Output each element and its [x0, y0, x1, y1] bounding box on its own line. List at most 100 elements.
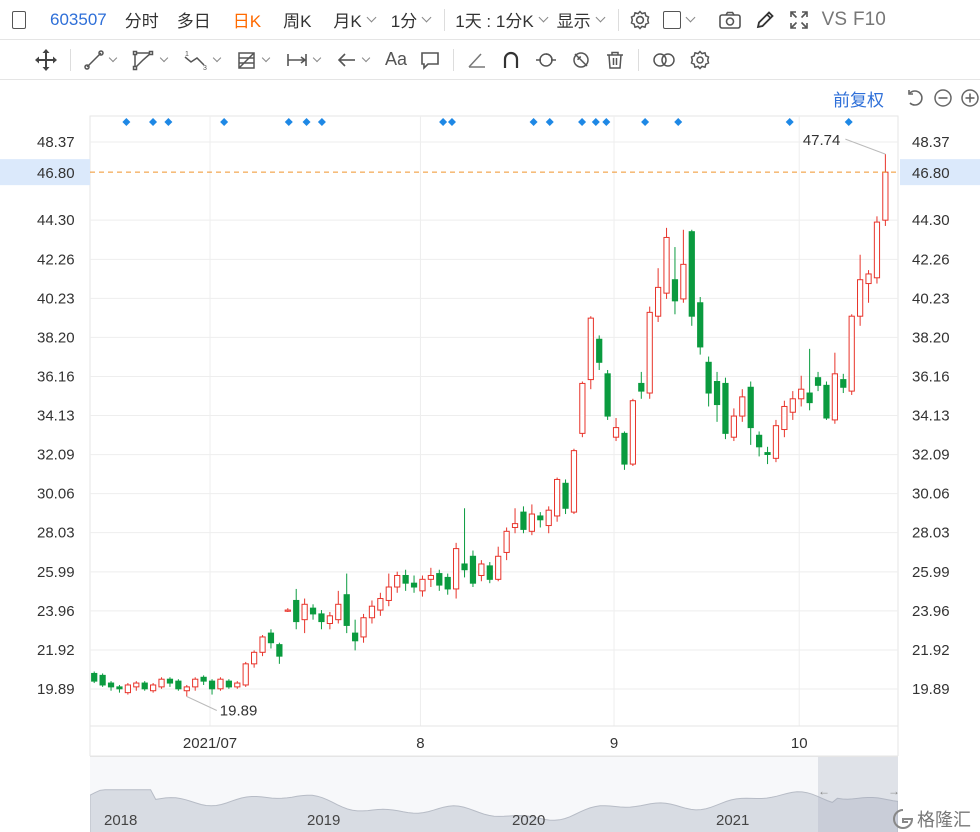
- tab-monthly-k[interactable]: 月K: [327, 0, 384, 40]
- sidebar-toggle-icon[interactable]: [12, 10, 26, 29]
- chevron-down-icon: [538, 12, 549, 23]
- lock-icon[interactable]: [528, 40, 564, 80]
- candle-body: [116, 686, 123, 690]
- candle-body: [713, 381, 721, 406]
- y-tick-label: 40.23: [37, 290, 75, 307]
- candle-body: [570, 450, 578, 513]
- candle: [175, 679, 182, 691]
- y-tick-label: 38.20: [912, 329, 950, 346]
- candle-body: [646, 311, 653, 394]
- wave-tool[interactable]: 13: [177, 40, 230, 80]
- magnet-icon[interactable]: [494, 40, 528, 80]
- overlay-select[interactable]: [657, 0, 704, 40]
- candle-body: [764, 452, 771, 455]
- candle-body: [621, 432, 628, 465]
- tab-intraday[interactable]: 分时: [119, 0, 165, 40]
- candle-body: [335, 603, 342, 621]
- minute-label: 1分: [390, 12, 418, 31]
- candle-body: [697, 302, 704, 348]
- text-tool[interactable]: Aa: [379, 40, 413, 80]
- candle-body: [612, 427, 620, 438]
- compare-icon[interactable]: [645, 40, 683, 80]
- candlestick-chart[interactable]: 48.37 44.30 42.26 40.23 38.20 36.16 34.13 32.09…: [0, 80, 980, 756]
- svg-text:3: 3: [203, 65, 207, 71]
- chevron-down-icon: [312, 53, 322, 62]
- candle-body: [587, 317, 594, 381]
- candle-body: [107, 682, 115, 688]
- candle-body: [158, 678, 165, 688]
- price-tag-left-text: 46.80: [37, 165, 75, 182]
- fib-tool[interactable]: [230, 40, 279, 80]
- candle-body: [436, 573, 443, 586]
- camera-icon[interactable]: [712, 0, 748, 40]
- display-select[interactable]: 显示: [557, 0, 614, 40]
- move-icon[interactable]: [28, 40, 64, 80]
- divider: [638, 48, 640, 71]
- candle-body: [772, 425, 780, 459]
- candle-body: [537, 515, 544, 521]
- measure-tool[interactable]: [279, 40, 330, 80]
- vs-button[interactable]: VS: [816, 0, 853, 40]
- candle-body: [276, 644, 283, 657]
- chart-settings-icon[interactable]: [683, 40, 717, 80]
- y-tick-label: 25.99: [912, 564, 950, 581]
- fullscreen-icon[interactable]: [782, 0, 816, 40]
- navigator-window[interactable]: [818, 757, 898, 832]
- line-tool[interactable]: [77, 40, 126, 80]
- y-tick-label: 44.30: [912, 212, 950, 229]
- candle: [158, 677, 165, 689]
- candle-body: [857, 279, 864, 317]
- hide-icon[interactable]: [564, 40, 598, 80]
- pencil-icon[interactable]: [748, 0, 782, 40]
- candle-body: [343, 594, 350, 626]
- candle-body: [427, 574, 434, 580]
- f10-button[interactable]: F10: [853, 0, 892, 40]
- y-tick-label: 44.30: [37, 212, 75, 229]
- navigator-year: 2021: [716, 812, 750, 829]
- navigator-left-handle[interactable]: ←: [818, 784, 830, 798]
- candle-body: [562, 482, 569, 509]
- chevron-down-icon: [212, 53, 222, 62]
- candle: [570, 448, 578, 515]
- tab-minute[interactable]: 1分: [385, 0, 440, 40]
- tab-daily-k[interactable]: 日K: [227, 0, 267, 40]
- candle-body: [756, 434, 763, 448]
- y-tick-label: 48.37: [37, 134, 75, 151]
- tab-weekly-k[interactable]: 周K: [277, 0, 317, 40]
- navigator-right-handle[interactable]: →: [888, 784, 900, 798]
- y-tick-label: 30.06: [912, 486, 950, 503]
- y-tick-label: 34.13: [37, 408, 75, 425]
- chevron-down-icon: [361, 53, 371, 62]
- candle-body: [545, 509, 552, 527]
- ruler-icon[interactable]: [460, 40, 494, 80]
- range-navigator[interactable]: [89, 756, 899, 832]
- stock-code[interactable]: 603507: [44, 0, 113, 40]
- trash-icon[interactable]: [598, 40, 632, 80]
- divider: [617, 8, 619, 31]
- candle-body: [511, 523, 519, 528]
- candle-body: [318, 613, 325, 623]
- arrow-tool[interactable]: [330, 40, 379, 80]
- chevron-down-icon: [595, 12, 606, 23]
- candle-body: [410, 582, 418, 588]
- x-tick-label: 10: [791, 735, 808, 752]
- candle-body: [175, 680, 182, 690]
- range-select[interactable]: 1天 : 1分K: [449, 0, 556, 40]
- navigator-area: [89, 789, 899, 832]
- candle-body: [873, 221, 881, 279]
- y-axis-right: 48.37 44.30 42.26 40.23 38.20 36.16 34.13 32.09…: [912, 134, 950, 698]
- candle: [621, 431, 628, 470]
- polyline-tool[interactable]: [126, 40, 177, 80]
- candle-body: [360, 617, 367, 638]
- tab-multi-day[interactable]: 多日: [171, 0, 217, 40]
- candle: [604, 369, 611, 420]
- candle: [579, 381, 586, 438]
- candle-body: [814, 377, 822, 386]
- divider: [444, 8, 446, 31]
- candle-body: [419, 578, 426, 592]
- comment-icon[interactable]: [413, 40, 447, 80]
- candle-body: [486, 565, 493, 580]
- divider: [70, 48, 71, 71]
- settings-icon[interactable]: [623, 0, 657, 40]
- candle: [646, 306, 653, 399]
